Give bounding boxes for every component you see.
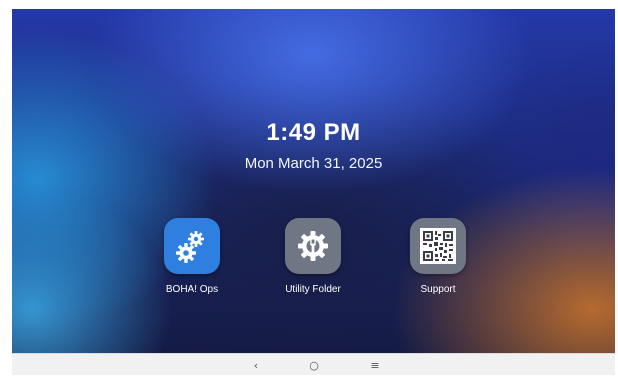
clock-time: 1:49 PM — [266, 119, 361, 146]
home-button[interactable]: ○ — [302, 356, 326, 374]
home-wallpaper: 1:49 PM Mon March 31, 2025 BOHA! Ops Uti… — [12, 9, 615, 353]
app-label: Utility Folder — [285, 284, 341, 295]
back-icon: ‹ — [253, 358, 259, 372]
gears-icon — [164, 218, 220, 274]
wrench-gear-icon — [285, 218, 341, 274]
back-button[interactable]: ‹ — [244, 356, 268, 374]
clock-date: Mon March 31, 2025 — [244, 155, 383, 172]
recents-icon: ≡ — [370, 358, 380, 372]
device-screen: 1:49 PM Mon March 31, 2025 BOHA! Ops Uti… — [12, 9, 615, 375]
home-icon: ○ — [309, 358, 319, 372]
qr-code-icon — [410, 218, 466, 274]
recents-button[interactable]: ≡ — [363, 356, 387, 374]
app-label: Support — [420, 284, 456, 295]
app-support[interactable]: Support — [393, 218, 483, 295]
app-utility-folder[interactable]: Utility Folder — [268, 218, 358, 295]
app-label: BOHA! Ops — [165, 284, 219, 295]
app-boha-ops[interactable]: BOHA! Ops — [147, 218, 237, 295]
navigation-bar: ‹ ○ ≡ — [12, 353, 615, 375]
